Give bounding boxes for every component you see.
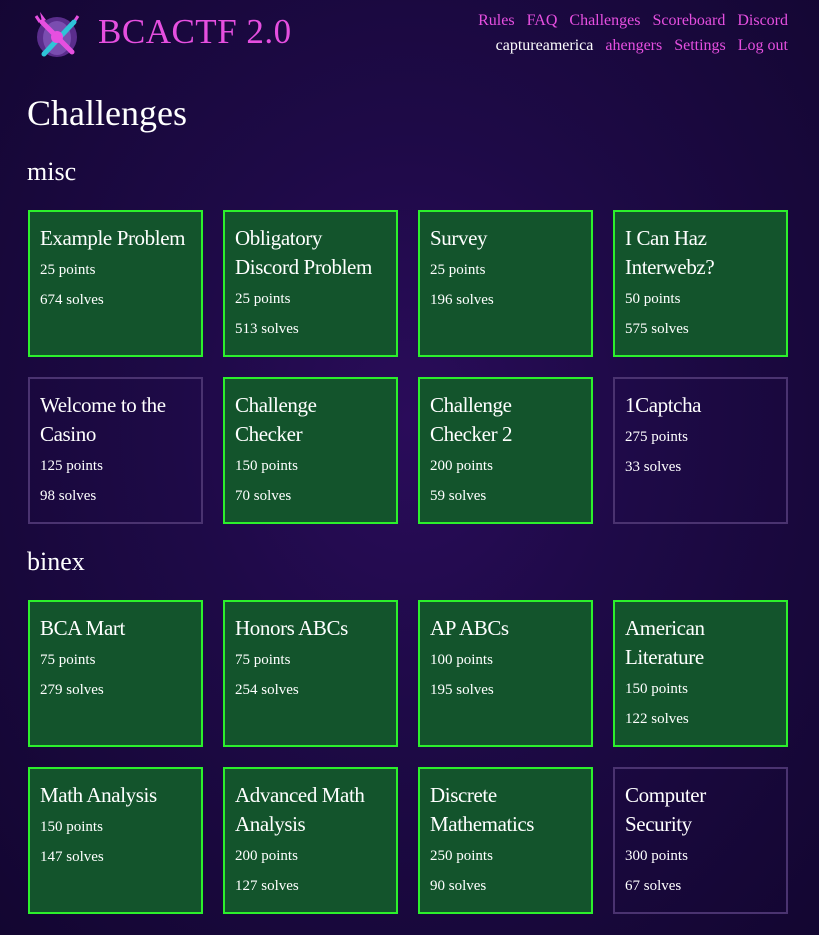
- challenge-points: 100 points: [430, 652, 493, 668]
- challenge-card[interactable]: AP ABCs 100 points 195 solves: [418, 600, 593, 747]
- challenge-card[interactable]: BCA Mart 75 points 279 solves: [28, 600, 203, 747]
- challenge-name: Challenge Checker 2: [430, 393, 513, 446]
- challenge-card[interactable]: Math Analysis 150 points 147 solves: [28, 767, 203, 914]
- challenge-points: 75 points: [40, 652, 96, 668]
- challenge-solves: 127 solves: [235, 878, 299, 894]
- challenge-points: 25 points: [40, 262, 96, 278]
- account-nav: captureamerica ahengers Settings Log out: [496, 37, 788, 55]
- challenge-solves: 122 solves: [625, 711, 689, 727]
- challenge-solves: 674 solves: [40, 292, 104, 308]
- challenge-name: BCA Mart: [40, 616, 125, 640]
- challenge-card[interactable]: Honors ABCs 75 points 254 solves: [223, 600, 398, 747]
- challenge-points: 200 points: [430, 458, 493, 474]
- challenge-card[interactable]: Example Problem 25 points 674 solves: [28, 210, 203, 357]
- challenge-solves: 67 solves: [625, 878, 682, 894]
- challenge-name: Math Analysis: [40, 783, 157, 807]
- challenge-solves: 33 solves: [625, 459, 682, 475]
- challenge-points: 75 points: [235, 652, 291, 668]
- challenge-card[interactable]: Computer Security 300 points 67 solves: [613, 767, 788, 914]
- challenge-points: 200 points: [235, 848, 298, 864]
- challenge-points: 150 points: [40, 819, 103, 835]
- nav-settings[interactable]: Settings: [674, 37, 726, 55]
- nav-faq[interactable]: FAQ: [527, 12, 558, 30]
- challenge-name: American Literature: [625, 616, 705, 669]
- challenge-name: Advanced Math Analysis: [235, 783, 365, 836]
- challenge-solves: 90 solves: [430, 878, 487, 894]
- challenge-name: Challenge Checker: [235, 393, 317, 446]
- challenge-name: Example Problem: [40, 226, 186, 250]
- section-title-binex: binex: [27, 547, 85, 576]
- challenge-name: Survey: [430, 226, 488, 250]
- nav-rules[interactable]: Rules: [478, 12, 514, 30]
- challenge-points: 275 points: [625, 429, 688, 445]
- challenge-solves: 279 solves: [40, 682, 104, 698]
- challenge-name: Discrete Mathematics: [430, 783, 535, 836]
- challenge-solves: 98 solves: [40, 488, 97, 504]
- challenge-name: I Can Haz Interwebz?: [625, 226, 715, 279]
- page-title: Challenges: [27, 93, 187, 133]
- nav-discord[interactable]: Discord: [737, 12, 788, 30]
- challenge-card[interactable]: American Literature 150 points 122 solves: [613, 600, 788, 747]
- challenge-card[interactable]: Challenge Checker 2 200 points 59 solves: [418, 377, 593, 524]
- challenge-name: Computer Security: [625, 783, 706, 836]
- challenge-card[interactable]: Survey 25 points 196 solves: [418, 210, 593, 357]
- challenge-card[interactable]: Advanced Math Analysis 200 points 127 solv…: [223, 767, 398, 914]
- challenge-card[interactable]: Discrete Mathematics 250 points 90 solves: [418, 767, 593, 914]
- challenge-solves: 513 solves: [235, 321, 299, 337]
- challenge-points: 25 points: [235, 291, 291, 307]
- nav-team[interactable]: ahengers: [605, 37, 662, 55]
- challenge-points: 50 points: [625, 291, 681, 307]
- challenge-solves: 147 solves: [40, 849, 104, 865]
- challenge-solves: 195 solves: [430, 682, 494, 698]
- challenge-card[interactable]: Welcome to the Casino 125 points 98 solves: [28, 377, 203, 524]
- nav-challenges[interactable]: Challenges: [569, 12, 640, 30]
- challenge-card[interactable]: I Can Haz Interwebz? 50 points 575 solves: [613, 210, 788, 357]
- brand-title[interactable]: BCACTF 2.0: [98, 12, 292, 52]
- challenge-name: Welcome to the Casino: [40, 393, 166, 446]
- challenge-solves: 59 solves: [430, 488, 487, 504]
- section-title-misc: misc: [27, 157, 77, 186]
- challenge-grid-misc: Example Problem 25 points 674 solves Obliga…: [28, 210, 789, 524]
- challenge-points: 125 points: [40, 458, 103, 474]
- challenge-points: 250 points: [430, 848, 493, 864]
- nav-logout[interactable]: Log out: [738, 37, 788, 55]
- main-nav: Rules FAQ Challenges Scoreboard Discord: [478, 12, 788, 30]
- challenge-card[interactable]: Obligatory Discord Problem 25 points 513 s…: [223, 210, 398, 357]
- challenge-points: 25 points: [430, 262, 486, 278]
- challenge-card[interactable]: 1Captcha 275 points 33 solves: [613, 377, 788, 524]
- challenge-solves: 575 solves: [625, 321, 689, 337]
- challenge-name: 1Captcha: [625, 393, 702, 417]
- challenge-solves: 254 solves: [235, 682, 299, 698]
- challenge-points: 300 points: [625, 848, 688, 864]
- challenge-name: Honors ABCs: [235, 616, 348, 640]
- challenge-solves: 196 solves: [430, 292, 494, 308]
- challenge-name: AP ABCs: [430, 616, 509, 640]
- challenge-points: 150 points: [235, 458, 298, 474]
- challenge-points: 150 points: [625, 681, 688, 697]
- challenge-grid-binex: BCA Mart 75 points 279 solves Honors ABCs 75…: [28, 600, 789, 914]
- username-label: captureamerica: [495, 37, 594, 54]
- nav-scoreboard[interactable]: Scoreboard: [652, 12, 725, 30]
- site-header: BCACTF 2.0 Rules FAQ Challenges Scoreboa…: [0, 0, 819, 70]
- bcactf-logo-icon[interactable]: [28, 8, 86, 60]
- challenge-name: Obligatory Discord Problem: [235, 226, 372, 279]
- challenge-solves: 70 solves: [235, 488, 292, 504]
- challenge-card[interactable]: Challenge Checker 150 points 70 solves: [223, 377, 398, 524]
